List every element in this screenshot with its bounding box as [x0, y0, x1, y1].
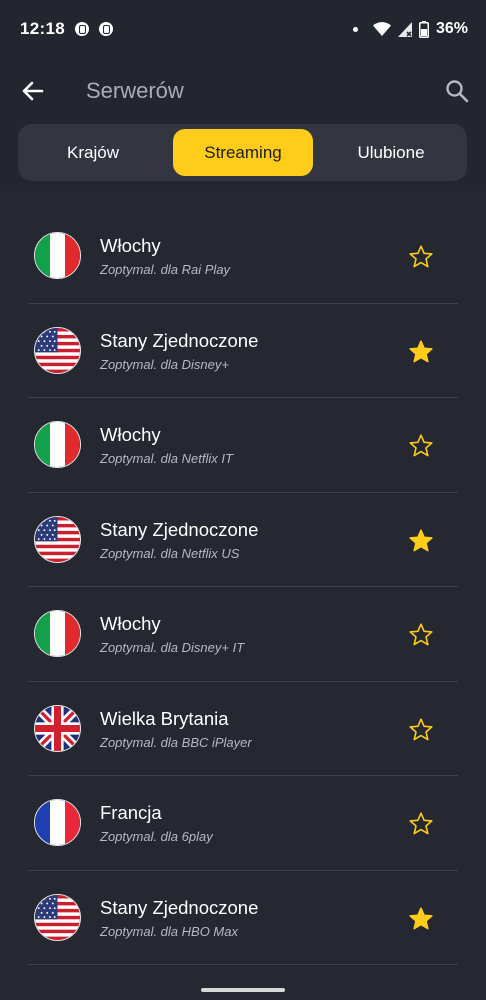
server-service: Zoptymal. dla Netflix IT [100, 451, 233, 466]
server-list: Włochy Zoptymal. dla Rai Play Stany Zjedn… [0, 209, 486, 965]
server-country: Wielka Brytania [100, 707, 229, 729]
star-outline-icon[interactable] [408, 244, 434, 270]
server-row[interactable]: Stany Zjednoczone Zoptymal. dla Disney+ [0, 304, 486, 398]
server-country: Francja [100, 802, 162, 823]
notification-icon [98, 22, 113, 36]
server-country: Stany Zjednoczone [100, 329, 259, 351]
app-bar: Serwerów [0, 58, 486, 124]
server-country: Włochy [100, 235, 161, 256]
star-filled-icon[interactable] [408, 528, 434, 554]
usa-flag-icon [34, 326, 81, 374]
wifi-icon [372, 21, 391, 36]
battery-icon [418, 20, 429, 38]
server-service: Zoptymal. dla HBO Max [100, 923, 238, 939]
page-title: Serwerów [86, 78, 184, 103]
server-row[interactable]: Stany Zjednoczone Zoptymal. dla Netflix U… [0, 493, 486, 587]
row-divider [28, 964, 458, 965]
status-left: 12:18 [20, 19, 113, 39]
france-flag-icon [34, 799, 81, 846]
server-row[interactable]: Włochy Zoptymal. dla Rai Play [0, 209, 486, 304]
server-service: Zoptymal. dla BBC iPlayer [100, 734, 252, 750]
tab-streaming[interactable]: Streaming [173, 129, 313, 176]
star-outline-icon[interactable] [408, 433, 434, 459]
server-service: Zoptymal. dla Disney+ [100, 356, 229, 372]
uk-flag-icon [34, 704, 81, 752]
server-row[interactable]: Francja Zoptymal. dla 6play [0, 776, 486, 871]
usa-flag-icon [34, 893, 81, 941]
italy-flag-icon [34, 232, 81, 279]
star-outline-icon[interactable] [408, 811, 434, 837]
server-row[interactable]: Włochy Zoptymal. dla Disney+ IT [0, 587, 486, 682]
notification-icon [74, 22, 89, 36]
battery-percent: 36% [435, 20, 468, 37]
server-row[interactable]: Stany Zjednoczone Zoptymal. dla HBO Max [0, 871, 486, 965]
server-service: Zoptymal. dla Rai Play [100, 262, 231, 277]
tab-countries[interactable]: Krajów [23, 129, 163, 176]
star-outline-icon[interactable] [408, 717, 434, 743]
status-right: 36% [352, 20, 468, 38]
server-service: Zoptymal. dla 6play [100, 829, 213, 844]
usa-flag-icon [34, 515, 81, 563]
signal-icon [397, 21, 412, 37]
server-country: Stany Zjednoczone [100, 518, 259, 540]
tab-bar: Krajów Streaming Ulubione [18, 124, 467, 181]
italy-flag-icon [34, 610, 81, 657]
server-country: Włochy [100, 613, 161, 634]
search-icon[interactable] [444, 78, 470, 104]
server-service: Zoptymal. dla Disney+ IT [100, 640, 245, 655]
star-filled-icon[interactable] [408, 339, 434, 365]
star-filled-icon[interactable] [408, 906, 434, 932]
clock: 12:18 [20, 19, 65, 38]
server-country: Włochy [100, 424, 161, 445]
server-row[interactable]: Wielka Brytania Zoptymal. dla BBC iPlayer [0, 682, 486, 776]
screen: 12:18 36% Serwerów Krajów Streaming Ulub… [0, 0, 486, 1000]
arrow-left-icon[interactable] [20, 78, 46, 104]
server-service: Zoptymal. dla Netflix US [100, 545, 240, 561]
tab-favorites[interactable]: Ulubione [318, 129, 464, 176]
server-row[interactable]: Włochy Zoptymal. dla Netflix IT [0, 398, 486, 493]
status-bar: 12:18 36% [0, 0, 486, 58]
server-country: Stany Zjednoczone [100, 896, 259, 918]
notification-dot-icon [352, 26, 358, 32]
home-indicator[interactable] [201, 988, 285, 992]
star-outline-icon[interactable] [408, 622, 434, 648]
italy-flag-icon [34, 421, 81, 468]
